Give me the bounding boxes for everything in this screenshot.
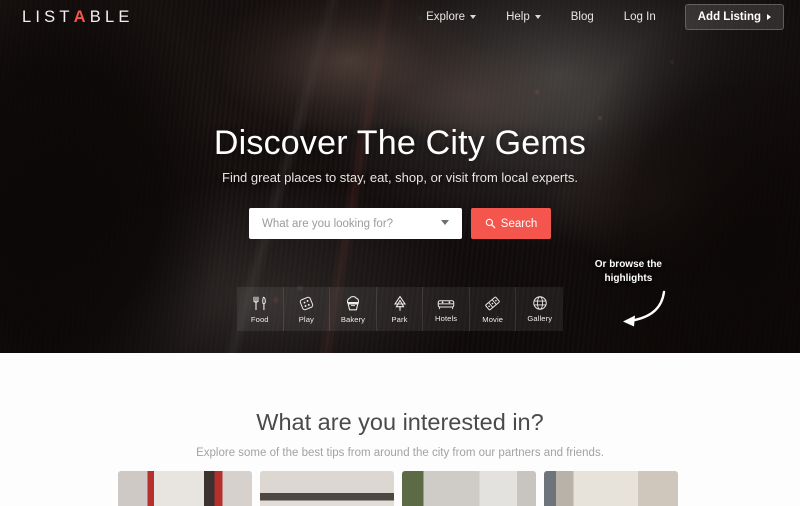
nav-item-explore[interactable]: Explore <box>411 11 491 23</box>
category-food-label: Food <box>250 314 269 324</box>
nav-menu: Explore Help Blog Log In Add Listing <box>411 4 800 30</box>
bed-icon <box>437 299 455 309</box>
category-strip: Food Play Bakery Park Hotels Movie Galle… <box>237 287 564 331</box>
search-icon <box>485 218 496 229</box>
category-gallery-label: Gallery <box>527 314 553 323</box>
film-strip-icon <box>485 296 500 310</box>
section-title: What are you interested in? <box>256 409 544 435</box>
interest-card[interactable]: 7 <box>402 471 536 506</box>
interest-card[interactable]: 11 <box>118 471 252 506</box>
globe-icon <box>533 296 547 310</box>
game-dice-icon <box>299 296 314 310</box>
category-movie-label: Movie <box>482 314 504 324</box>
chevron-down-icon <box>441 220 449 225</box>
browse-hint-line2: highlights <box>604 273 653 285</box>
hero-title: Discover The City Gems <box>213 124 587 162</box>
category-gallery[interactable]: Gallery <box>516 287 564 331</box>
add-listing-button[interactable]: Add Listing <box>684 4 784 30</box>
chevron-down-icon <box>534 15 541 19</box>
hero-section: LIST A BLE Explore Help Blog Log In Add … <box>0 0 800 353</box>
nav-item-help-label: Help <box>506 11 530 23</box>
category-bakery[interactable]: Bakery <box>330 287 377 331</box>
search-input[interactable]: What are you looking for? <box>249 208 462 239</box>
nav-item-blog[interactable]: Blog <box>556 11 609 23</box>
chevron-right-icon <box>767 14 771 20</box>
category-park[interactable]: Park <box>376 287 424 331</box>
category-food[interactable]: Food <box>237 287 284 331</box>
search-button[interactable]: Search <box>471 208 551 239</box>
browse-hint-line1: Or browse the <box>594 259 662 270</box>
category-movie[interactable]: Movie <box>469 287 517 331</box>
category-play[interactable]: Play <box>283 287 331 331</box>
interest-card[interactable]: 13 <box>544 471 678 506</box>
category-play-label: Play <box>298 314 314 324</box>
chevron-down-icon <box>470 15 477 19</box>
nav-item-login[interactable]: Log In <box>609 11 671 23</box>
browse-highlights-hint: Or browse the highlights <box>595 258 662 286</box>
logo-accent-letter: A <box>73 7 90 26</box>
nav-item-explore-label: Explore <box>426 11 466 23</box>
interest-card[interactable]: 33 <box>260 471 394 506</box>
category-bakery-label: Bakery <box>340 314 366 324</box>
site-logo[interactable]: LIST A BLE <box>22 8 134 27</box>
category-park-label: Park <box>391 314 408 324</box>
top-navigation-bar: LIST A BLE Explore Help Blog Log In Add … <box>0 0 800 34</box>
section-subtitle: Explore some of the best tips from aroun… <box>196 447 604 459</box>
nav-item-blog-label: Blog <box>570 11 594 23</box>
interest-card-list: 11 33 7 13 <box>118 471 678 506</box>
logo-text-after: BLE <box>89 7 134 26</box>
cupcake-icon <box>346 295 359 310</box>
search-button-label: Search <box>500 217 538 230</box>
category-hotels[interactable]: Hotels <box>423 287 470 331</box>
hero-subtitle: Find great places to stay, eat, shop, or… <box>222 170 578 185</box>
curved-arrow-icon <box>623 290 666 327</box>
landing-page: LIST A BLE Explore Help Blog Log In Add … <box>0 0 800 506</box>
hero-search-bar: What are you looking for? Search <box>249 208 551 239</box>
nav-item-login-label: Log In <box>623 11 656 23</box>
add-listing-label: Add Listing <box>697 11 761 23</box>
category-hotels-label: Hotels <box>435 313 458 323</box>
search-input-placeholder: What are you looking for? <box>262 217 394 230</box>
logo-text-before: LIST <box>22 7 74 26</box>
nav-item-help[interactable]: Help <box>491 11 556 23</box>
fork-knife-icon <box>253 296 266 310</box>
tree-icon <box>393 295 406 311</box>
